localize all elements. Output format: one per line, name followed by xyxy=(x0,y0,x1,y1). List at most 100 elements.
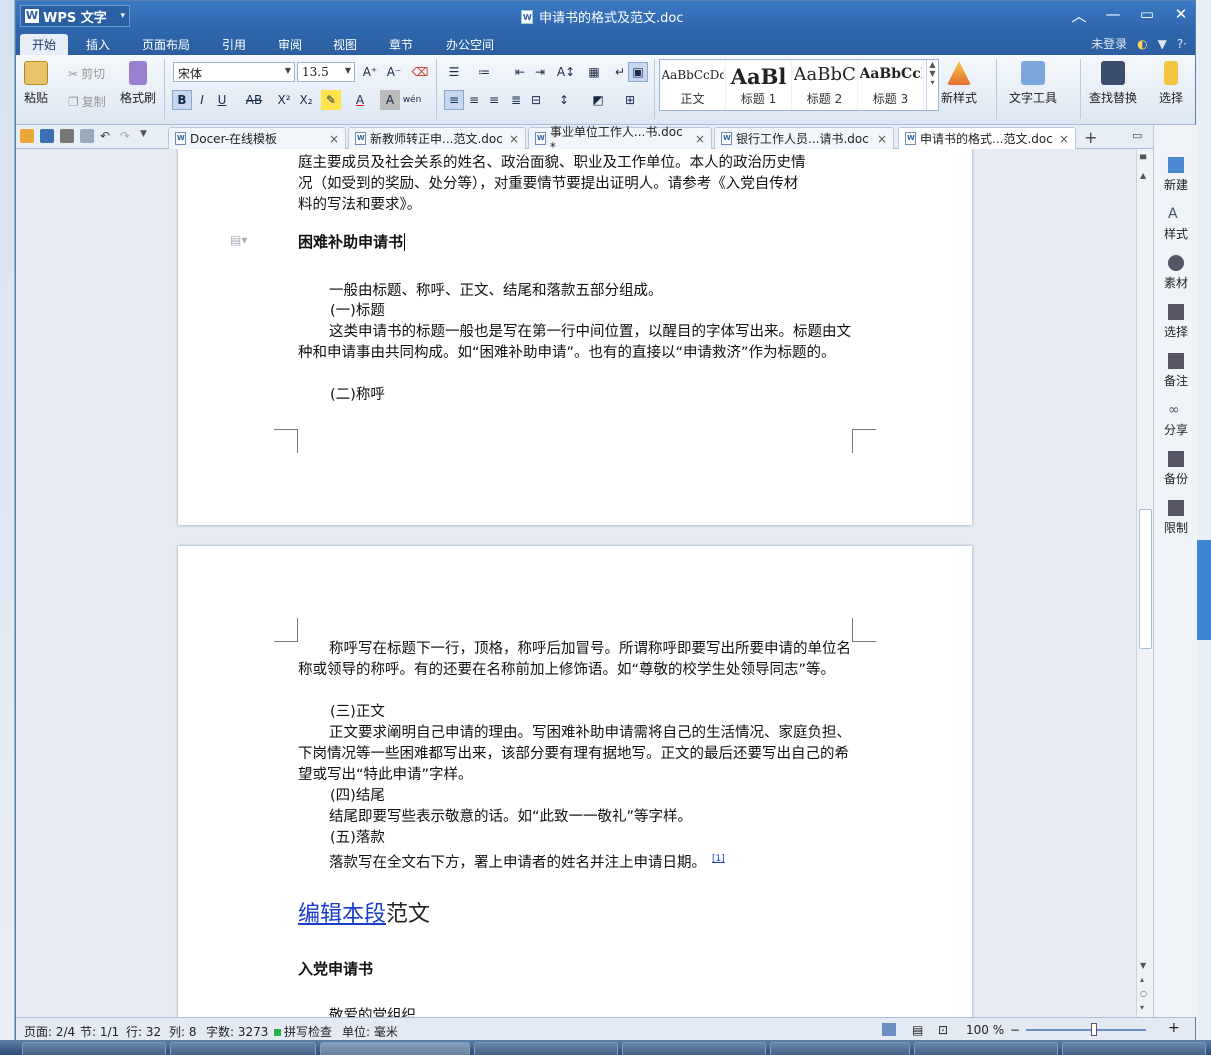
spell-check-toggle[interactable]: 拼写检查 xyxy=(274,1023,332,1040)
align-center-button[interactable]: ≡ xyxy=(464,90,484,110)
maximize-button[interactable]: ▭ xyxy=(1139,5,1155,26)
style-heading-3[interactable]: AaBbCcI 标题 3 xyxy=(858,60,924,110)
pane-new[interactable]: 新建 xyxy=(1154,157,1198,193)
justify-button[interactable]: ≣ xyxy=(506,90,526,110)
paragraph[interactable]: 落款写在全文右下方，署上申请者的姓名并注上申请日期。 [1] xyxy=(298,849,853,874)
align-left-button[interactable]: ≡ xyxy=(444,90,464,110)
style-heading-2[interactable]: AaBbC 标题 2 xyxy=(792,60,858,110)
tab-references[interactable]: 引用 xyxy=(210,34,258,55)
status-page[interactable]: 页面: 2/4 xyxy=(24,1023,75,1040)
sub-heading[interactable]: 入党申请书 xyxy=(298,958,373,979)
paragraph[interactable]: (三)正文 xyxy=(298,702,853,723)
grow-font-icon[interactable]: A⁺ xyxy=(360,62,380,82)
format-painter-button[interactable]: 格式刷 xyxy=(120,61,156,106)
split-icon[interactable]: ▀ xyxy=(1140,155,1146,164)
style-gallery-scroll[interactable]: ▲ ▼ ▾ xyxy=(926,60,938,110)
arrow-up-icon[interactable]: ▲ xyxy=(1140,171,1146,180)
vertical-scrollbar[interactable]: ▀ ▲ ▼ ▴ ○ ▾ xyxy=(1136,149,1153,1017)
taskbar-button[interactable] xyxy=(474,1042,618,1055)
new-style-button[interactable]: 新样式 xyxy=(941,61,977,106)
chinese-layout-icon[interactable]: A↕ xyxy=(556,62,576,82)
paragraph[interactable]: 况（如受到的奖励、处分等），对重要情节要提出证明人。请参考《入党自传材 xyxy=(298,174,853,195)
paragraph[interactable]: 称呼写在标题下一行，顶格，称呼后加冒号。所谓称呼即要写出所要申请的单位名称或领导… xyxy=(298,639,853,681)
paragraph[interactable]: 正文要求阐明自己申请的理由。写困难补助申请需将自己的生活情况、家庭负担、下岗情况… xyxy=(298,723,853,786)
subscript-button[interactable]: X₂ xyxy=(296,90,316,110)
superscript-button[interactable]: X² xyxy=(274,90,294,110)
close-icon[interactable]: × xyxy=(509,132,519,146)
status-unit[interactable]: 单位: 毫米 xyxy=(342,1023,398,1040)
new-tab-icon[interactable]: + xyxy=(1084,128,1097,147)
paragraph-marker-icon[interactable]: ▤▾ xyxy=(230,233,247,247)
align-right-button[interactable]: ≡ xyxy=(484,90,504,110)
paragraph[interactable]: 结尾即要写些表示敬意的话。如“此致一一敬礼”等字样。 xyxy=(298,807,853,828)
decrease-indent-icon[interactable]: ⇤ xyxy=(510,62,530,82)
copy-button[interactable]: ❐ 复制 xyxy=(68,93,106,110)
taskbar-button[interactable] xyxy=(622,1042,766,1055)
select-button[interactable]: 选择 xyxy=(1159,61,1183,106)
taskbar-button[interactable] xyxy=(170,1042,316,1055)
save-icon[interactable] xyxy=(40,129,54,143)
tab-list-icon[interactable]: ▭ xyxy=(1132,129,1142,142)
collapse-ribbon-icon[interactable]: ︿ xyxy=(1071,5,1087,26)
close-icon[interactable]: × xyxy=(329,132,339,146)
open-icon[interactable] xyxy=(20,129,34,143)
line-spacing-icon[interactable]: ↕ xyxy=(554,90,574,110)
outline-view-icon[interactable]: ▤ xyxy=(912,1023,923,1037)
doc-tab[interactable]: 事业单位工作人...书.doc *× xyxy=(528,125,712,154)
next-page-icon[interactable]: ▾ xyxy=(1140,1003,1144,1012)
doc-tab[interactable]: 新教师转正申...范文.doc × xyxy=(348,127,526,149)
pane-styles[interactable]: A 样式 xyxy=(1154,206,1198,242)
tab-page-layout[interactable]: 页面布局 xyxy=(130,34,202,55)
paragraph[interactable]: 一般由标题、称呼、正文、结尾和落款五部分组成。 xyxy=(298,281,853,302)
phonetic-guide-icon[interactable]: wén xyxy=(402,90,422,110)
doc-tab[interactable]: Docer-在线模板 × xyxy=(168,127,346,149)
undo-icon[interactable]: ↶ xyxy=(100,129,114,143)
redo-icon[interactable]: ↷ xyxy=(120,129,134,143)
taskbar-button[interactable] xyxy=(1062,1042,1206,1055)
taskbar-button[interactable] xyxy=(320,1042,470,1055)
footnote-link[interactable]: [1] xyxy=(712,854,725,864)
clear-format-icon[interactable]: ⌫ xyxy=(410,62,430,82)
taskbar-button[interactable] xyxy=(770,1042,910,1055)
show-marks-icon[interactable]: ↵ xyxy=(610,62,630,82)
char-shading-icon[interactable]: A xyxy=(380,90,400,110)
bullets-icon[interactable]: ☰ xyxy=(444,62,464,82)
shirt-icon[interactable]: ▼ xyxy=(1158,37,1167,51)
tab-review[interactable]: 审阅 xyxy=(266,34,314,55)
zoom-out-icon[interactable]: − xyxy=(1010,1023,1020,1037)
borders-icon[interactable]: ⊞ xyxy=(620,90,640,110)
scroll-thumb[interactable] xyxy=(1139,509,1152,649)
tab-view[interactable]: 视图 xyxy=(321,34,369,55)
paragraph[interactable]: (二)称呼 xyxy=(298,385,853,406)
paragraph[interactable]: (四)结尾 xyxy=(298,786,853,807)
app-menu-button[interactable]: W WPS 文字 ▾ xyxy=(20,5,130,27)
section-heading[interactable]: 困难补助申请书 xyxy=(298,231,406,252)
page-view-icon[interactable] xyxy=(882,1023,896,1036)
font-color-button[interactable]: A xyxy=(350,90,370,110)
distribute-button[interactable]: ⊟ xyxy=(526,90,546,110)
taskbar-button[interactable] xyxy=(22,1042,166,1055)
close-button[interactable]: ✕ xyxy=(1173,5,1189,26)
find-replace-button[interactable]: 查找替换 xyxy=(1089,61,1137,106)
pane-materials[interactable]: 素材 xyxy=(1154,255,1198,291)
paragraph[interactable]: (一)标题 xyxy=(298,301,853,322)
zoom-level[interactable]: 100 % xyxy=(966,1023,1004,1037)
tab-home[interactable]: 开始 xyxy=(20,34,69,55)
bold-button[interactable]: B xyxy=(172,90,192,110)
print-icon[interactable] xyxy=(60,129,74,143)
status-section[interactable]: 节: 1/1 xyxy=(80,1023,119,1040)
highlight-icon[interactable]: ✎ xyxy=(321,90,341,110)
skin-icon[interactable]: ◐ xyxy=(1137,37,1147,51)
doc-tab[interactable]: 银行工作人员...请书.doc × xyxy=(714,127,894,149)
help-icon[interactable]: ?· xyxy=(1177,37,1187,51)
minimize-button[interactable]: — xyxy=(1105,5,1121,26)
arrow-down-icon[interactable]: ▼ xyxy=(1140,961,1146,970)
paragraph[interactable]: (五)落款 xyxy=(298,828,853,849)
pane-select[interactable]: 选择 xyxy=(1154,304,1198,340)
status-word-count[interactable]: 字数: 3273 xyxy=(206,1023,268,1040)
tab-insert[interactable]: 插入 xyxy=(74,34,122,55)
tab-chapter[interactable]: 章节 xyxy=(377,34,425,55)
pane-backup[interactable]: 备份 xyxy=(1154,451,1198,487)
web-view-icon[interactable]: ⊡ xyxy=(938,1023,948,1037)
font-size-select[interactable]: 13.5 ▼ xyxy=(297,62,355,82)
